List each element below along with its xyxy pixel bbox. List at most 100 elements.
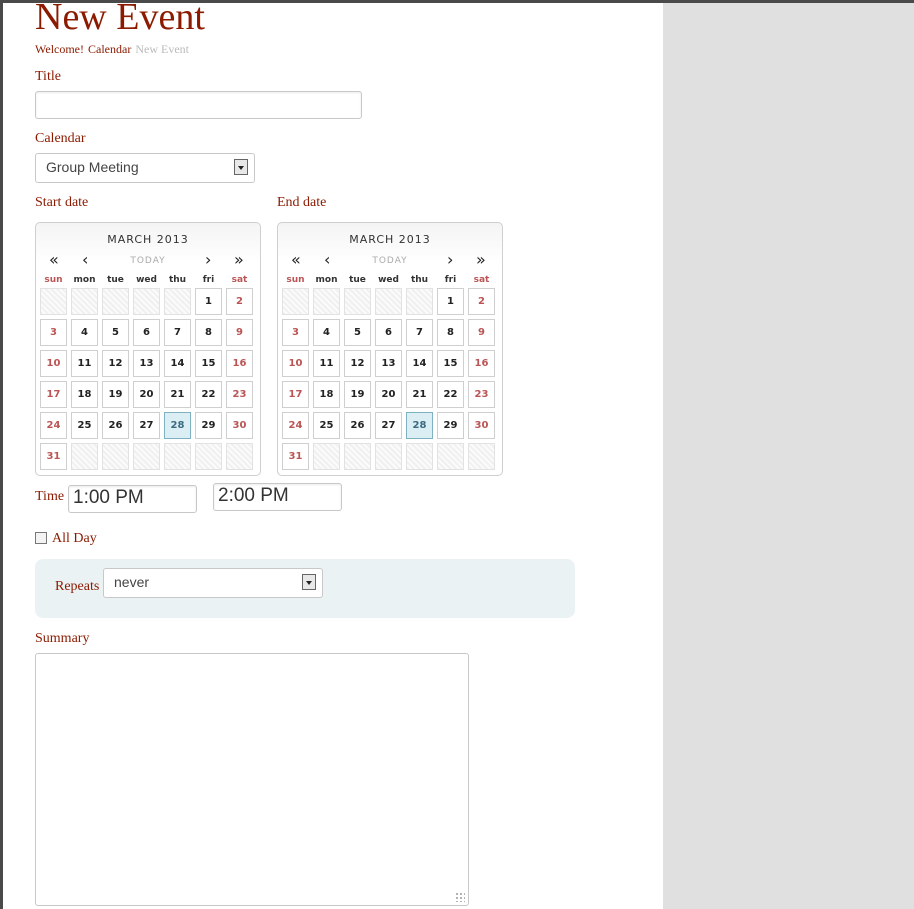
calendar-day[interactable]: 17 [282, 381, 309, 408]
chevron-down-icon[interactable] [234, 159, 248, 175]
calendar-select[interactable]: Group Meeting [35, 153, 255, 183]
calendar-day[interactable]: 23 [226, 381, 253, 408]
calendar-day[interactable]: 30 [468, 412, 495, 439]
calendar-day[interactable]: 7 [164, 319, 191, 346]
calendar-day[interactable]: 27 [375, 412, 402, 439]
summary-textarea[interactable] [35, 653, 469, 906]
next-year-icon[interactable]: » [476, 252, 486, 268]
breadcrumb-calendar-link[interactable]: Calendar [88, 42, 131, 56]
next-month-icon[interactable]: › [447, 252, 453, 268]
calendar-day[interactable]: 6 [375, 319, 402, 346]
calendar-day[interactable]: 1 [195, 288, 222, 315]
calendar-day[interactable]: 10 [282, 350, 309, 377]
start-time-input[interactable]: 1:00 PM [68, 485, 197, 513]
next-month-icon[interactable]: › [205, 252, 211, 268]
calendar-day[interactable]: 19 [344, 381, 371, 408]
calendar-day[interactable]: 3 [40, 319, 67, 346]
calendar-day[interactable]: 16 [468, 350, 495, 377]
calendar-day[interactable]: 7 [406, 319, 433, 346]
calendar-day[interactable]: 5 [102, 319, 129, 346]
content-panel: New Event Welcome! Calendar New Event Titl… [3, 0, 663, 909]
calendar-day[interactable]: 12 [102, 350, 129, 377]
weekday-header: tue [349, 275, 366, 285]
calendar-empty-cell [375, 288, 402, 315]
calendar-day[interactable]: 8 [437, 319, 464, 346]
calendar-day[interactable]: 2 [226, 288, 253, 315]
calendar-day[interactable]: 11 [313, 350, 340, 377]
calendar-day[interactable]: 17 [40, 381, 67, 408]
chevron-down-icon[interactable] [302, 574, 316, 590]
calendar-day[interactable]: 21 [164, 381, 191, 408]
calendar-day[interactable]: 23 [468, 381, 495, 408]
calendar-day[interactable]: 6 [133, 319, 160, 346]
calendar-day[interactable]: 24 [282, 412, 309, 439]
calendar-day[interactable]: 9 [226, 319, 253, 346]
calendar-empty-cell [71, 443, 98, 470]
calendar-day[interactable]: 31 [282, 443, 309, 470]
calendar-day[interactable]: 9 [468, 319, 495, 346]
calendar-day[interactable]: 26 [102, 412, 129, 439]
calendar-day[interactable]: 18 [313, 381, 340, 408]
weekday-header: fri [444, 275, 457, 285]
calendar-day[interactable]: 28 [406, 412, 433, 439]
breadcrumb-welcome-link[interactable]: Welcome! [35, 42, 84, 56]
calendar-empty-cell [102, 288, 129, 315]
calendar-day[interactable]: 19 [102, 381, 129, 408]
calendar-empty-cell [195, 443, 222, 470]
calendar-empty-cell [406, 443, 433, 470]
title-label: Title [35, 69, 61, 84]
weekday-header: sat [473, 275, 490, 285]
calendar-month-title: MARCH 2013 [107, 233, 189, 246]
calendar-day[interactable]: 24 [40, 412, 67, 439]
weekday-header: sun [286, 275, 305, 285]
weekday-header: fri [202, 275, 215, 285]
repeats-select[interactable]: never [103, 568, 323, 598]
calendar-day[interactable]: 15 [195, 350, 222, 377]
calendar-day[interactable]: 14 [406, 350, 433, 377]
next-year-icon[interactable]: » [234, 252, 244, 268]
calendar-day[interactable]: 20 [375, 381, 402, 408]
calendar-day[interactable]: 27 [133, 412, 160, 439]
calendar-day[interactable]: 29 [195, 412, 222, 439]
calendar-day[interactable]: 22 [437, 381, 464, 408]
calendar-day[interactable]: 20 [133, 381, 160, 408]
title-input[interactable] [35, 91, 362, 119]
calendar-day[interactable]: 26 [344, 412, 371, 439]
calendar-day[interactable]: 30 [226, 412, 253, 439]
calendar-day[interactable]: 15 [437, 350, 464, 377]
calendar-day[interactable]: 3 [282, 319, 309, 346]
calendar-day[interactable]: 13 [375, 350, 402, 377]
calendar-day[interactable]: 14 [164, 350, 191, 377]
today-button[interactable]: TODAY [278, 256, 502, 266]
calendar-day[interactable]: 22 [195, 381, 222, 408]
calendar-day[interactable]: 12 [344, 350, 371, 377]
calendar-day[interactable]: 11 [71, 350, 98, 377]
calendar-day[interactable]: 29 [437, 412, 464, 439]
calendar-empty-cell [133, 288, 160, 315]
resize-grip-icon[interactable] [455, 892, 465, 902]
calendar-day[interactable]: 5 [344, 319, 371, 346]
calendar-day[interactable]: 25 [71, 412, 98, 439]
calendar-day[interactable]: 2 [468, 288, 495, 315]
calendar-empty-cell [313, 288, 340, 315]
weekday-header: thu [168, 275, 187, 285]
calendar-day[interactable]: 31 [40, 443, 67, 470]
calendar-day[interactable]: 4 [71, 319, 98, 346]
calendar-day[interactable]: 1 [437, 288, 464, 315]
calendar-day[interactable]: 8 [195, 319, 222, 346]
today-button[interactable]: TODAY [36, 256, 260, 266]
end-time-input[interactable]: 2:00 PM [213, 483, 342, 511]
calendar-day[interactable]: 21 [406, 381, 433, 408]
repeats-label: Repeats [55, 579, 100, 594]
calendar-day[interactable]: 4 [313, 319, 340, 346]
calendar-empty-cell [71, 288, 98, 315]
calendar-day[interactable]: 25 [313, 412, 340, 439]
calendar-day[interactable]: 16 [226, 350, 253, 377]
calendar-day[interactable]: 10 [40, 350, 67, 377]
calendar-day[interactable]: 18 [71, 381, 98, 408]
calendar-day[interactable]: 28 [164, 412, 191, 439]
calendar-day[interactable]: 13 [133, 350, 160, 377]
repeats-section: Repeats never [35, 559, 575, 618]
all-day-checkbox[interactable] [35, 532, 47, 544]
page-title: New Event [35, 0, 205, 38]
